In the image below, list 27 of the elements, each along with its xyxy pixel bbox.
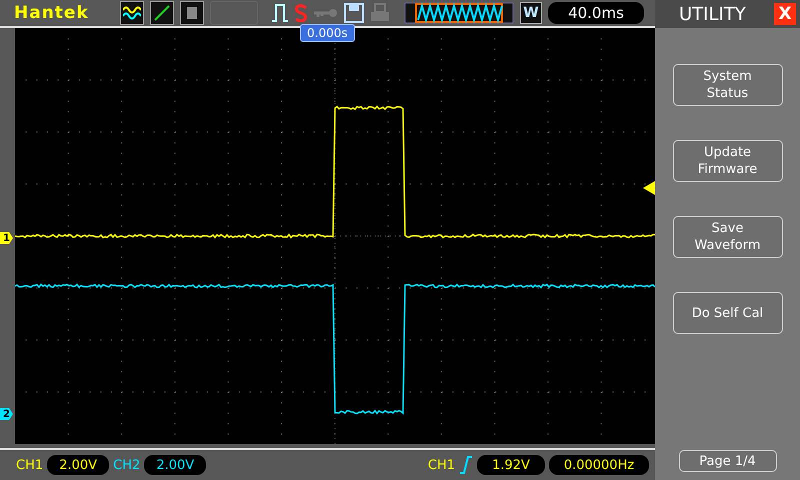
trigger-position-label: 0.000s <box>300 24 355 42</box>
rising-edge-icon <box>459 456 473 474</box>
timebase-value: 40.0ms <box>548 2 644 24</box>
waveform-overview-icon[interactable] <box>404 2 514 24</box>
channel-scale: 2.00V <box>144 455 206 475</box>
channel-label: CH1 <box>16 458 44 472</box>
persistence-icon[interactable] <box>180 1 204 25</box>
menu-button[interactable]: Save Waveform <box>672 216 782 258</box>
pulse-icon[interactable] <box>272 3 288 23</box>
trigger-level-value: 1.92V <box>477 455 545 475</box>
menu-button[interactable]: System Status <box>672 64 782 106</box>
menu-title: UTILITY <box>679 4 746 24</box>
channel-marker: 1 <box>0 232 13 244</box>
trigger-source-label: CH1 <box>428 458 455 472</box>
menu-button[interactable]: Do Self Cal <box>672 292 782 334</box>
channel-scale: 2.00V <box>47 455 110 475</box>
page-button[interactable]: Page 1/4 <box>678 450 776 472</box>
close-button[interactable]: X <box>774 3 796 25</box>
save-icon[interactable] <box>344 3 364 23</box>
timebase-mode-label: W <box>520 2 542 24</box>
brand-logo: Hantek <box>14 3 90 23</box>
waveform-icon[interactable] <box>120 1 144 25</box>
frequency-value: 0.00000Hz <box>549 455 649 475</box>
channel-marker: 2 <box>0 408 13 420</box>
blank-indicator-slot <box>210 1 258 25</box>
menu-button[interactable]: Update Firmware <box>672 140 782 182</box>
channel-label: CH2 <box>113 458 140 472</box>
